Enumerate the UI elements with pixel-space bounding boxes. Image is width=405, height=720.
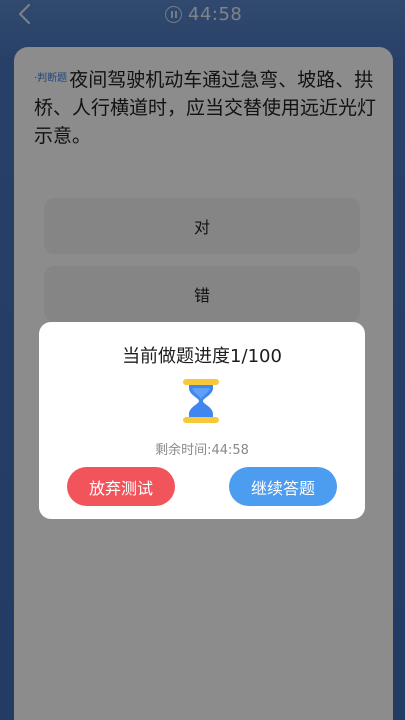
progress-dialog: 当前做题进度1/100 剩余时间:44:58 放弃测试 继续答题 (39, 322, 365, 519)
quit-test-label: 放弃测试 (88, 478, 153, 498)
continue-answering-button[interactable]: 继续答题 (229, 467, 337, 506)
continue-label: 继续答题 (250, 478, 315, 498)
dialog-title: 当前做题进度1/100 (122, 346, 282, 367)
hourglass-icon (183, 379, 219, 423)
remaining-time: 剩余时间:44:58 (155, 443, 249, 458)
quit-test-button[interactable]: 放弃测试 (67, 467, 175, 506)
